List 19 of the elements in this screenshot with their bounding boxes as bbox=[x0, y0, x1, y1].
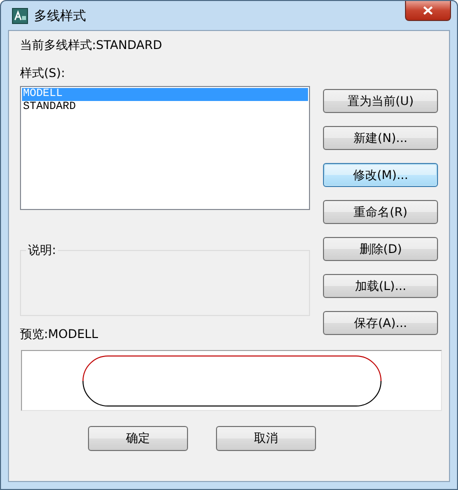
ok-button[interactable]: 确定 bbox=[88, 426, 188, 451]
app-icon bbox=[12, 8, 28, 24]
window-title: 多线样式 bbox=[34, 8, 86, 24]
cancel-button[interactable]: 取消 bbox=[216, 426, 316, 451]
dialog-button[interactable]: 加载(L)... bbox=[323, 274, 438, 298]
close-icon bbox=[423, 6, 433, 15]
current-style-label: 当前多线样式:STANDARD bbox=[20, 38, 164, 52]
preview-label: 预览:MODELL bbox=[20, 327, 100, 341]
style-list[interactable]: MODELL STANDARD bbox=[20, 86, 310, 210]
dialog-button[interactable]: 重命名(R) bbox=[323, 200, 438, 224]
dialog-button[interactable]: 新建(N)... bbox=[323, 126, 438, 150]
close-button[interactable] bbox=[405, 1, 451, 21]
styles-label: 样式(S): bbox=[20, 66, 66, 80]
list-item[interactable]: STANDARD bbox=[22, 101, 308, 114]
dialog-button[interactable]: 置为当前(U) bbox=[323, 89, 438, 113]
dialog-button[interactable]: 删除(D) bbox=[323, 237, 438, 261]
dialog-button[interactable]: 保存(A)... bbox=[323, 311, 438, 335]
description-label: 说明: bbox=[26, 243, 58, 257]
dialog-button[interactable]: 修改(M)... bbox=[323, 163, 438, 187]
